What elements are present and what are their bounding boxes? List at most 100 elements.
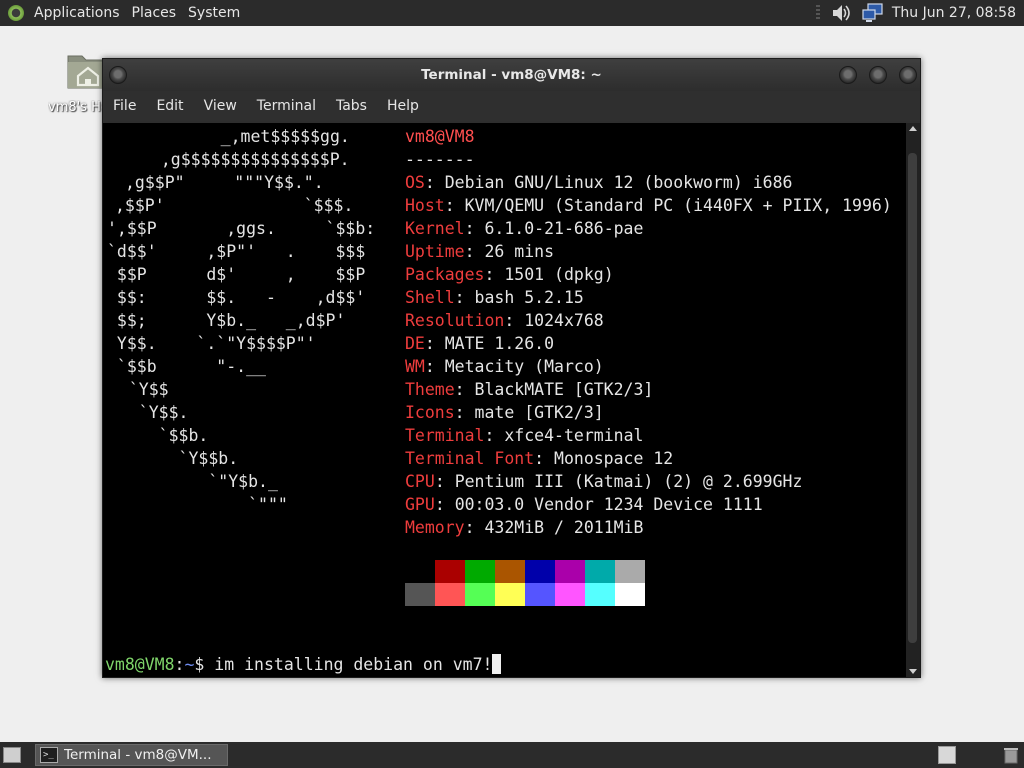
color-swatch bbox=[555, 583, 585, 606]
field-value: KVM/QEMU (Standard PC (i440FX + PIIX, 19… bbox=[464, 196, 892, 215]
window-titlebar[interactable]: Terminal - vm8@VM8: ~ bbox=[103, 59, 920, 91]
logo-line: $$: $$. - ,d$$' bbox=[107, 288, 366, 307]
color-swatch bbox=[435, 583, 465, 606]
neofetch-field: Memory: 432MiB / 2011MiB bbox=[405, 518, 644, 537]
prompt-symbol: $ bbox=[194, 655, 205, 674]
neofetch-field: Uptime: 26 mins bbox=[405, 242, 555, 261]
color-swatch bbox=[435, 560, 465, 583]
color-swatch bbox=[525, 583, 555, 606]
logo-line: `"Y$b._ bbox=[109, 472, 278, 491]
field-value: 432MiB / 2011MiB bbox=[484, 518, 644, 537]
menu-file[interactable]: File bbox=[103, 98, 146, 114]
terminal-scrollbar[interactable] bbox=[906, 123, 920, 677]
field-value: xfce4-terminal bbox=[504, 426, 644, 445]
scroll-down-icon[interactable] bbox=[909, 669, 917, 674]
field-label: CPU bbox=[405, 472, 435, 491]
workspace-switcher[interactable] bbox=[938, 746, 956, 764]
show-desktop-icon[interactable] bbox=[3, 747, 21, 763]
neofetch-field: Icons: mate [GTK2/3] bbox=[405, 403, 604, 422]
field-label: Shell bbox=[405, 288, 455, 307]
field-value: 6.1.0-21-686-pae bbox=[484, 219, 644, 238]
terminal-icon: >_ bbox=[40, 747, 58, 763]
logo-line: `$$b. bbox=[109, 426, 209, 445]
neofetch-field: WM: Metacity (Marco) bbox=[405, 357, 604, 376]
neofetch-field: CPU: Pentium III (Katmai) (2) @ 2.699GHz bbox=[405, 472, 803, 491]
neofetch-field: OS: Debian GNU/Linux 12 (bookworm) i686 bbox=[405, 173, 793, 192]
menu-edit[interactable]: Edit bbox=[146, 98, 193, 114]
field-label: Terminal Font bbox=[405, 449, 535, 468]
clock[interactable]: Thu Jun 27, 08:58 bbox=[892, 5, 1024, 21]
menu-system[interactable]: System bbox=[182, 0, 246, 26]
menu-terminal[interactable]: Terminal bbox=[247, 98, 326, 114]
top-panel: Applications Places System Thu Jun 27, 0… bbox=[0, 0, 1024, 26]
logo-line: `Y$$ bbox=[109, 380, 169, 399]
neofetch-field: DE: MATE 1.26.0 bbox=[405, 334, 555, 353]
logo-line: `Y$$. bbox=[109, 403, 189, 422]
logo-line: _,met$$$$$gg. bbox=[171, 127, 350, 146]
maximize-button[interactable] bbox=[869, 66, 887, 84]
neofetch-field: Theme: BlackMATE [GTK2/3] bbox=[405, 380, 654, 399]
color-swatch bbox=[465, 583, 495, 606]
field-label: GPU bbox=[405, 495, 435, 514]
tray-handle-icon bbox=[815, 5, 820, 21]
scroll-up-icon[interactable] bbox=[909, 126, 917, 131]
color-swatch bbox=[495, 583, 525, 606]
color-swatch bbox=[615, 560, 645, 583]
field-value: 00:03.0 Vendor 1234 Device 1111 bbox=[454, 495, 763, 514]
color-swatch bbox=[495, 560, 525, 583]
field-label: WM bbox=[405, 357, 425, 376]
field-value: 1024x768 bbox=[524, 311, 604, 330]
field-label: Uptime bbox=[405, 242, 465, 261]
scrollbar-thumb[interactable] bbox=[908, 153, 917, 643]
prompt-user-host: vm8@VM8 bbox=[105, 655, 175, 674]
menu-help[interactable]: Help bbox=[377, 98, 429, 114]
neofetch-field: Terminal: xfce4-terminal bbox=[405, 426, 644, 445]
menu-applications[interactable]: Applications bbox=[28, 0, 126, 26]
field-label: OS bbox=[405, 173, 425, 192]
color-swatch bbox=[615, 583, 645, 606]
field-label: Memory bbox=[405, 518, 465, 537]
close-button[interactable] bbox=[899, 66, 917, 84]
text-cursor bbox=[492, 654, 502, 674]
color-swatch bbox=[405, 560, 435, 583]
neofetch-separator: ------- bbox=[405, 150, 475, 169]
trash-icon[interactable] bbox=[1003, 746, 1019, 764]
neofetch-field: Kernel: 6.1.0-21-686-pae bbox=[405, 219, 644, 238]
mate-logo-icon[interactable] bbox=[8, 5, 24, 21]
color-swatch bbox=[465, 560, 495, 583]
network-icon[interactable] bbox=[862, 3, 884, 23]
minimize-button[interactable] bbox=[839, 66, 857, 84]
menu-places[interactable]: Places bbox=[126, 0, 183, 26]
menu-view[interactable]: View bbox=[194, 98, 247, 114]
color-swatch bbox=[585, 583, 615, 606]
field-label: Host bbox=[405, 196, 445, 215]
logo-line: ,g$$$$$$$$$$$$$$$P. bbox=[141, 150, 350, 169]
logo-line: `d$$' ,$P"' . $$$ bbox=[107, 242, 366, 261]
field-label: Icons bbox=[405, 403, 455, 422]
color-swatch bbox=[585, 560, 615, 583]
menu-tabs[interactable]: Tabs bbox=[326, 98, 377, 114]
field-value: 1501 (dpkg) bbox=[504, 265, 614, 284]
taskbar-terminal[interactable]: >_ Terminal - vm8@VM... bbox=[35, 744, 228, 766]
field-label: Resolution bbox=[405, 311, 505, 330]
shell-prompt[interactable]: vm8@VM8:~$ im installing debian on vm7! bbox=[105, 653, 502, 676]
logo-line: $$; Y$b._ _,d$P' bbox=[107, 311, 346, 330]
logo-line: ',$$P ,ggs. `$$b: bbox=[107, 219, 376, 238]
prompt-command: im installing debian on vm7! bbox=[214, 655, 493, 674]
neofetch-field: GPU: 00:03.0 Vendor 1234 Device 1111 bbox=[405, 495, 763, 514]
field-value: BlackMATE [GTK2/3] bbox=[474, 380, 654, 399]
tray-area: Thu Jun 27, 08:58 bbox=[815, 0, 1024, 26]
field-value: mate [GTK2/3] bbox=[474, 403, 604, 422]
color-swatch bbox=[525, 560, 555, 583]
field-value: Monospace 12 bbox=[554, 449, 674, 468]
volume-icon[interactable] bbox=[830, 3, 852, 23]
logo-line: `$$b "-.__ bbox=[107, 357, 266, 376]
field-value: bash 5.2.15 bbox=[474, 288, 584, 307]
field-label: Theme bbox=[405, 380, 455, 399]
logo-line: ,g$$P" """Y$$.". bbox=[125, 173, 324, 192]
terminal-output[interactable]: _,met$$$$$gg. ,g$$$$$$$$$$$$$$$P. ,g$$P"… bbox=[103, 123, 906, 677]
terminal-window: Terminal - vm8@VM8: ~ File Edit View Ter… bbox=[102, 58, 921, 678]
logo-line: Y$$. `.`"Y$$$$P"' bbox=[107, 334, 316, 353]
neofetch-user-host: vm8@VM8 bbox=[405, 127, 475, 146]
taskbar-terminal-label: Terminal - vm8@VM... bbox=[64, 747, 212, 763]
